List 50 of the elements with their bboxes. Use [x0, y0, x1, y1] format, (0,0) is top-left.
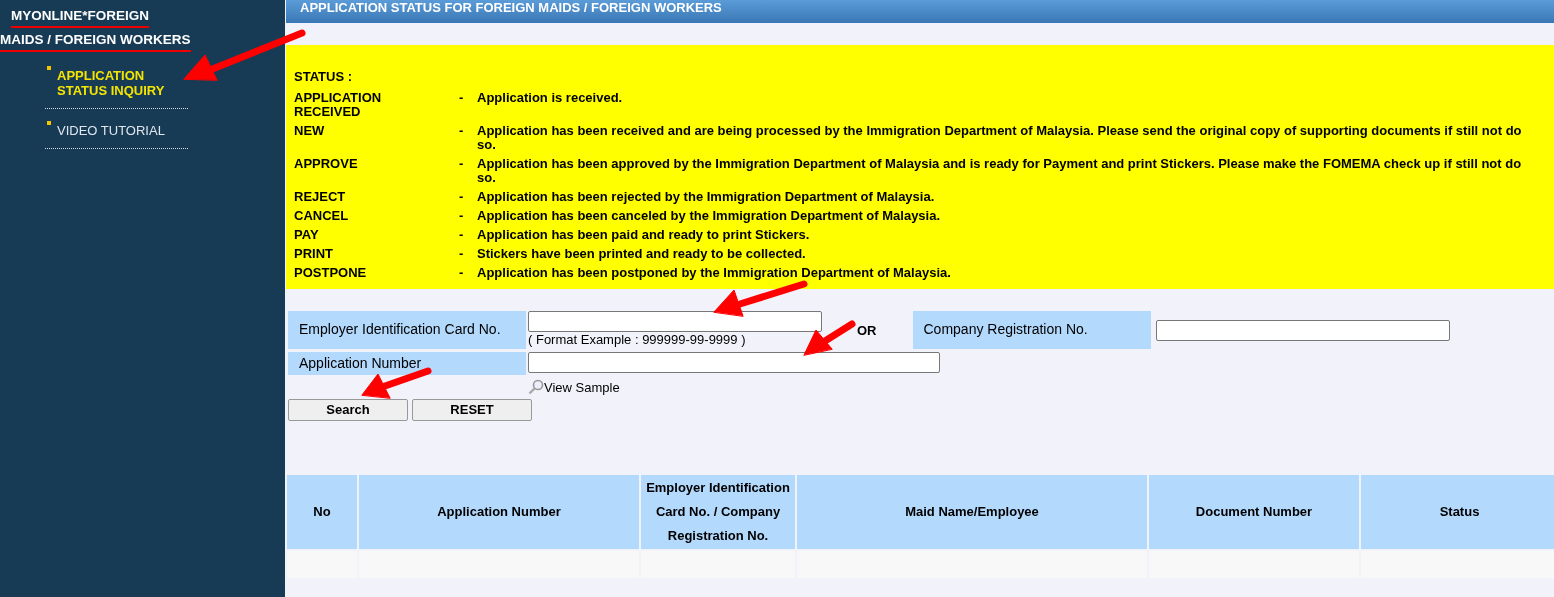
- field-label: Application Number: [288, 351, 526, 375]
- status-name: APPLICATION RECEIVED: [294, 90, 383, 119]
- bullet-icon: [47, 121, 51, 125]
- separator-text: -: [459, 90, 465, 107]
- input-field[interactable]: [1155, 319, 1450, 341]
- status-description: Application has been paid and ready to print Stickers.: [477, 227, 811, 242]
- sidebar-title: MYONLINE*FOREIGN: [11, 6, 149, 28]
- separator-text: -: [459, 189, 465, 204]
- sidebar-title: MAIDS / FOREIGN WORKERS: [0, 30, 191, 52]
- legend-title: STATUS :: [294, 68, 353, 86]
- action-button[interactable]: RESET: [412, 399, 532, 421]
- or-text: OR: [857, 321, 877, 340]
- status-name: NEW: [294, 123, 326, 140]
- status-name: POSTPONE: [294, 265, 368, 280]
- status-name: CANCEL: [294, 208, 350, 223]
- action-button[interactable]: Search: [288, 399, 408, 421]
- status-name: PRINT: [294, 246, 334, 261]
- status-description: Stickers have been printed and ready to be collected.: [477, 246, 807, 261]
- status-description: Application has been postponed by the Immigration Department of Malaysia.: [477, 265, 952, 280]
- page-title-bar: APPLICATION STATUS FOR FOREIGN MAIDS / FOREIGN WORKERS: [286, 0, 1554, 23]
- field-label: Company Registration No.: [912, 310, 1151, 349]
- search-icon: [528, 379, 544, 396]
- status-name: REJECT: [294, 189, 347, 204]
- column-header: Employer Identification Card No. / Company Registration No.: [641, 475, 795, 549]
- separator-text: -: [459, 265, 465, 280]
- column-header: Application Number: [359, 475, 639, 549]
- input-field[interactable]: [528, 351, 940, 373]
- annotation-arrow: [803, 320, 856, 356]
- sidebar-link[interactable]: VIDEO TUTORIAL: [45, 123, 188, 149]
- separator-text: -: [459, 123, 465, 140]
- status-description: Application has been rejected by the Immigration Department of Malaysia.: [477, 189, 936, 204]
- format-hint: ( Format Example : 999999-99-9999 ): [528, 331, 747, 347]
- status-description: Application has been canceled by the Immigration Department of Malaysia.: [477, 208, 942, 223]
- status-description: Application has been received and are being processed by the Immigration Department of Malaysia. Please send the original copy of supporting documents if still not do so.: [477, 123, 1523, 152]
- column-header: No: [287, 475, 357, 549]
- column-header: Status: [1361, 475, 1554, 549]
- status-name: PAY: [294, 227, 320, 242]
- separator-text: -: [459, 246, 465, 261]
- status-description: Application has been approved by the Immigration Department of Malaysia and is ready for Payment and print Stickers. Please make the FOMEMA check up if still not do so.: [477, 156, 1523, 185]
- bullet-icon: [47, 66, 51, 70]
- separator-text: -: [459, 156, 465, 173]
- separator-text: -: [459, 227, 465, 242]
- input-field[interactable]: [528, 310, 822, 332]
- status-name: APPROVE: [294, 156, 359, 173]
- field-label: Employer Identification Card No.: [288, 310, 526, 349]
- column-header: Maid Name/Employee: [797, 475, 1147, 549]
- status-description: Application is received.: [477, 90, 624, 107]
- view-sample-link[interactable]: View Sample: [544, 377, 620, 397]
- separator-text: -: [459, 208, 465, 223]
- column-header: Document Number: [1149, 475, 1359, 549]
